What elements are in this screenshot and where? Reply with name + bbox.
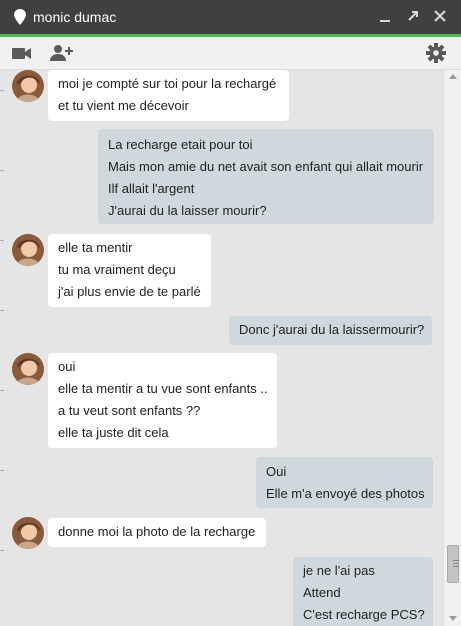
message-text: j'ai plus envie de te parlé <box>58 284 201 299</box>
video-camera-icon[interactable] <box>11 42 33 64</box>
message-text: Mais mon amie du net avait son enfant qu… <box>108 159 424 174</box>
message-text: et tu vient me décevoir <box>58 98 189 113</box>
contact-avatar <box>12 234 44 266</box>
message-text: Attend <box>303 585 341 600</box>
message-text: moi je compté sur toi pour la rechargé <box>58 76 277 91</box>
message-bubble-outgoing: La recharge etait pour toi Mais mon amie… <box>98 129 434 224</box>
contact-avatar <box>12 353 44 385</box>
close-icon[interactable] <box>431 7 449 25</box>
message-text: J'aurai du la laisser mourir? <box>108 203 267 218</box>
location-pin-icon <box>14 9 26 25</box>
gear-icon[interactable] <box>425 42 447 64</box>
scroll-up-arrow-icon[interactable] <box>449 74 457 79</box>
message-text: oui <box>58 359 76 374</box>
chat-toolbar <box>0 37 461 70</box>
message-bubble-incoming: elle ta mentir tu ma vraiment deçu j'ai … <box>48 234 211 307</box>
minimize-icon[interactable] <box>376 7 394 25</box>
message-bubble-outgoing: Donc j'aurai du la laissermourir? <box>229 316 432 345</box>
message-text: Elle m'a envoyé des photos <box>266 486 425 501</box>
message-text: Ilf allait l'argent <box>108 181 195 196</box>
message-bubble-outgoing: Oui Elle m'a envoyé des photos <box>256 457 433 508</box>
message-text: elle ta mentir a tu vue sont enfants .. <box>58 381 268 396</box>
contact-avatar <box>12 70 44 102</box>
message-text: Donc j'aurai du la laissermourir? <box>239 322 425 337</box>
message-text: donne moi la photo de la recharge <box>58 524 256 539</box>
scrollbar-thumb[interactable] <box>447 545 459 583</box>
message-bubble-outgoing: je ne l'ai pas Attend C'est recharge PCS… <box>293 557 433 626</box>
add-person-icon[interactable] <box>49 42 73 64</box>
message-bubble-incoming: oui elle ta mentir a tu vue sont enfants… <box>48 353 277 448</box>
message-text: C'est recharge PCS? <box>303 607 425 622</box>
message-list[interactable]: moi je compté sur toi pour la rechargé e… <box>0 70 443 626</box>
pop-out-icon[interactable] <box>404 7 422 25</box>
message-text: tu ma vraiment deçu <box>58 262 176 277</box>
contact-avatar <box>12 517 44 549</box>
message-text: elle ta juste dit cela <box>58 425 169 440</box>
message-bubble-incoming: moi je compté sur toi pour la rechargé e… <box>48 70 289 121</box>
vertical-scrollbar[interactable] <box>443 70 461 626</box>
message-text: a tu veut sont enfants ?? <box>58 403 201 418</box>
message-text: La recharge etait pour toi <box>108 137 253 152</box>
message-text: Oui <box>266 464 287 479</box>
chat-title-bar: monic dumac <box>0 0 461 37</box>
message-bubble-incoming: donne moi la photo de la recharge <box>48 518 266 547</box>
contact-name: monic dumac <box>33 9 117 25</box>
message-text: je ne l'ai pas <box>303 563 375 578</box>
message-text: elle ta mentir <box>58 240 133 255</box>
scroll-down-arrow-icon[interactable] <box>449 616 457 621</box>
